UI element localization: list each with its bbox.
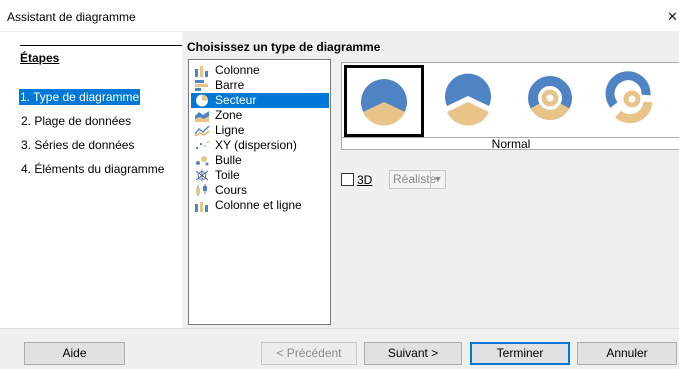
steps-panel: Étapes 1. Type de diagramme 2. Plage de …	[0, 32, 182, 328]
main-panel: Choisissez un type de diagramme Colonne …	[182, 32, 679, 328]
variant-donut[interactable]	[512, 65, 592, 137]
bubble-chart-icon	[196, 156, 209, 166]
chart-type-toile[interactable]: Toile	[191, 168, 329, 183]
chart-type-list[interactable]: Colonne Barre Secteur Zone Ligne XY (dis…	[188, 59, 331, 325]
column-chart-icon	[195, 66, 208, 77]
chart-type-label: Ligne	[215, 123, 245, 137]
chart-type-secteur[interactable]: Secteur	[191, 93, 329, 108]
checkbox-3d-label: 3D	[357, 173, 373, 187]
footer: Aide < Précédent Suivant > Terminer Annu…	[0, 328, 679, 369]
pie-chart-icon	[196, 94, 208, 107]
donut-icon	[528, 76, 572, 120]
variant-pie-exploded[interactable]	[430, 65, 510, 137]
previous-button[interactable]: < Précédent	[261, 342, 357, 365]
chart-type-label: Bulle	[215, 153, 242, 167]
chart-type-label: Zone	[215, 108, 243, 122]
variant-pie-normal[interactable]	[344, 65, 424, 137]
help-button[interactable]: Aide	[24, 342, 125, 365]
cancel-button[interactable]: Annuler	[577, 342, 677, 365]
chart-type-label: XY (dispersion)	[215, 138, 297, 152]
chart-type-label: Colonne	[215, 63, 260, 77]
pie-normal-icon	[361, 79, 407, 126]
chart-type-colonne[interactable]: Colonne	[191, 63, 329, 78]
area-chart-icon	[195, 111, 209, 122]
chart-type-heading: Choisissez un type de diagramme	[187, 40, 381, 54]
steps-divider	[20, 45, 182, 46]
title-bar: Assistant de diagramme ✕	[0, 0, 679, 32]
line-chart-icon	[194, 125, 210, 137]
chart-type-label: Cours	[215, 183, 248, 197]
step-data-range[interactable]: 2. Plage de données	[20, 113, 132, 129]
option-3d[interactable]: 3D	[341, 173, 372, 187]
variant-donut-exploded[interactable]	[592, 65, 672, 137]
chart-type-zone[interactable]: Zone	[191, 108, 329, 123]
chart-type-cours[interactable]: Cours	[191, 183, 329, 198]
chart-type-label: Barre	[215, 78, 245, 92]
chart-type-label: Secteur	[215, 93, 257, 107]
window-title: Assistant de diagramme	[7, 10, 136, 24]
step-chart-type[interactable]: 1. Type de diagramme	[19, 89, 141, 105]
scatter-chart-icon	[196, 141, 209, 149]
donut-exploded-icon	[605, 71, 653, 124]
net-chart-icon	[195, 169, 209, 182]
variant-label: Normal	[342, 137, 679, 151]
checkbox-3d[interactable]	[341, 173, 354, 186]
stock-chart-icon	[196, 184, 207, 196]
chart-type-label: Toile	[215, 168, 240, 182]
chart-type-xy[interactable]: XY (dispersion)	[191, 138, 329, 153]
chevron-down-icon: ▼	[430, 171, 445, 188]
column-line-chart-icon	[195, 202, 208, 212]
bar-chart-icon	[195, 80, 208, 91]
step-data-series[interactable]: 3. Séries de données	[20, 137, 135, 153]
finish-button[interactable]: Terminer	[470, 342, 570, 365]
chart-type-bulle[interactable]: Bulle	[191, 153, 329, 168]
chart-type-barre[interactable]: Barre	[191, 78, 329, 93]
chart-type-ligne[interactable]: Ligne	[191, 123, 329, 138]
next-button[interactable]: Suivant >	[364, 342, 462, 365]
pie-exploded-icon	[445, 73, 491, 126]
step-chart-elements[interactable]: 4. Éléments du diagramme	[20, 161, 165, 177]
chart-variant-panel: Normal	[341, 62, 679, 151]
style-3d-select[interactable]: Réaliste ▼	[389, 170, 446, 189]
close-icon[interactable]: ✕	[667, 9, 679, 25]
steps-heading: Étapes	[20, 51, 60, 65]
chart-type-colonne-ligne[interactable]: Colonne et ligne	[191, 198, 329, 213]
chart-type-label: Colonne et ligne	[215, 198, 302, 212]
